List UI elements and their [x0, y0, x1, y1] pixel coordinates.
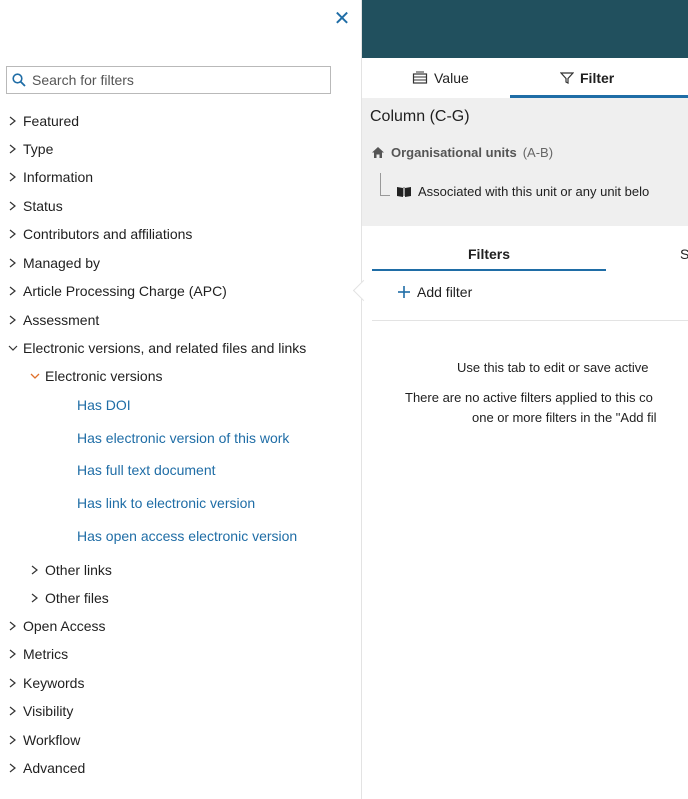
org-units-label: Organisational units — [391, 145, 517, 160]
plus-icon — [398, 286, 410, 298]
chevron-right-icon — [9, 229, 16, 239]
filter-item-label: Information — [23, 169, 94, 185]
filter-option-has-electronic-version[interactable]: Has electronic version of this work — [77, 430, 289, 446]
chevron-right-icon — [9, 172, 16, 182]
filter-option-label: Has DOI — [77, 397, 131, 413]
tab-value-label: Value — [434, 70, 469, 86]
chevron-right-icon — [9, 144, 16, 154]
table-icon — [412, 71, 428, 84]
chevron-right-icon — [9, 678, 16, 688]
chevron-right-icon — [9, 621, 16, 631]
filter-item-other-links[interactable]: Other links — [29, 562, 112, 578]
active-subtab-indicator — [372, 269, 606, 271]
funnel-icon — [560, 72, 574, 84]
filter-item-label: Managed by — [23, 255, 101, 271]
filter-item-label: Contributors and affiliations — [23, 226, 193, 242]
filter-item-visibility[interactable]: Visibility — [7, 703, 73, 719]
add-filter-label: Add filter — [417, 284, 473, 300]
chevron-right-icon — [31, 593, 38, 603]
search-box[interactable] — [6, 66, 331, 94]
filter-item-apc[interactable]: Article Processing Charge (APC) — [7, 283, 227, 299]
filter-item-label: Visibility — [23, 703, 74, 719]
filter-option-label: Has open access electronic version — [77, 528, 298, 544]
filter-item-label: Open Access — [23, 618, 106, 634]
chevron-right-icon — [9, 286, 16, 296]
chevron-right-icon — [9, 706, 16, 716]
org-units-row: Organisational units (A-B) — [371, 145, 553, 160]
header-bar — [362, 0, 688, 58]
chevron-right-icon — [9, 763, 16, 773]
filter-option-has-link[interactable]: Has link to electronic version — [77, 495, 255, 511]
chevron-right-icon — [31, 565, 38, 575]
filter-item-advanced[interactable]: Advanced — [7, 760, 85, 776]
filter-item-keywords[interactable]: Keywords — [7, 675, 84, 691]
filter-item-label: Status — [23, 198, 63, 214]
subtab-filters[interactable]: Filters — [468, 246, 510, 262]
column-editor-panel: Value Filter Column (C-G) Organisational… — [362, 0, 688, 799]
association-row: Associated with this unit or any unit be… — [380, 178, 649, 204]
search-icon — [12, 73, 26, 87]
help-message-3: one or more filters in the "Add fil — [472, 410, 657, 425]
filter-item-label: Workflow — [23, 732, 81, 748]
book-icon — [397, 186, 411, 197]
filter-item-label: Assessment — [23, 312, 100, 328]
close-icon[interactable]: ✕ — [331, 8, 353, 30]
home-icon — [372, 147, 384, 158]
filter-item-electronic-versions-group[interactable]: Electronic versions, and related files a… — [7, 340, 306, 356]
filter-option-label: Has full text document — [77, 462, 216, 478]
tab-filter[interactable]: Filter — [560, 70, 614, 86]
filter-panel: ✕ Featured Type Information Status Contr… — [0, 0, 362, 799]
filter-item-label: Keywords — [23, 675, 85, 691]
filter-item-information[interactable]: Information — [7, 169, 93, 185]
chevron-right-icon — [9, 258, 16, 268]
help-message-2: There are no active filters applied to t… — [405, 390, 653, 405]
chevron-right-icon — [9, 116, 16, 126]
filter-item-label: Other files — [45, 590, 109, 606]
filter-item-open-access[interactable]: Open Access — [7, 618, 106, 634]
filter-item-label: Other links — [45, 562, 112, 578]
filter-item-label: Metrics — [23, 646, 69, 662]
filter-item-other-files[interactable]: Other files — [29, 590, 109, 606]
chevron-right-icon — [9, 201, 16, 211]
filter-item-label: Electronic versions — [45, 368, 163, 384]
tab-value[interactable]: Value — [412, 70, 469, 86]
filter-item-label: Article Processing Charge (APC) — [23, 283, 227, 299]
filter-option-label: Has electronic version of this work — [77, 430, 290, 446]
filter-item-label: Type — [23, 141, 54, 157]
filter-item-metrics[interactable]: Metrics — [7, 646, 68, 662]
tab-bar: Value Filter — [362, 58, 688, 98]
filter-option-has-doi[interactable]: Has DOI — [77, 397, 131, 413]
chevron-right-icon — [9, 315, 16, 325]
filter-item-contributors[interactable]: Contributors and affiliations — [7, 226, 192, 242]
filter-item-type[interactable]: Type — [7, 141, 53, 157]
tab-filter-label: Filter — [580, 70, 615, 86]
filter-option-label: Has link to electronic version — [77, 495, 256, 511]
filter-option-has-open-access[interactable]: Has open access electronic version — [77, 528, 297, 544]
filter-item-label: Electronic versions, and related files a… — [23, 340, 307, 356]
chevron-down-icon — [30, 373, 40, 379]
chevron-right-icon — [9, 649, 16, 659]
filter-item-workflow[interactable]: Workflow — [7, 732, 80, 748]
help-message-1: Use this tab to edit or save active — [457, 360, 649, 375]
filter-item-status[interactable]: Status — [7, 198, 63, 214]
filter-item-electronic-versions[interactable]: Electronic versions — [29, 368, 163, 384]
column-title: Column (C-G) — [370, 108, 470, 125]
divider — [372, 320, 688, 321]
search-input[interactable] — [30, 71, 324, 89]
org-units-range: (A-B) — [522, 145, 554, 160]
filter-item-managed-by[interactable]: Managed by — [7, 255, 100, 271]
filter-option-has-full-text[interactable]: Has full text document — [77, 462, 216, 478]
filter-content — [362, 226, 688, 799]
filter-item-label: Advanced — [23, 760, 86, 776]
chevron-right-icon — [9, 735, 16, 745]
subtab-second[interactable]: S — [680, 246, 688, 262]
chevron-down-icon — [8, 345, 18, 351]
filter-item-assessment[interactable]: Assessment — [7, 312, 99, 328]
add-filter-button[interactable]: Add filter — [397, 284, 472, 300]
filter-item-label: Featured — [23, 113, 80, 129]
association-text: Associated with this unit or any unit be… — [418, 183, 650, 199]
filter-item-featured[interactable]: Featured — [7, 113, 79, 129]
